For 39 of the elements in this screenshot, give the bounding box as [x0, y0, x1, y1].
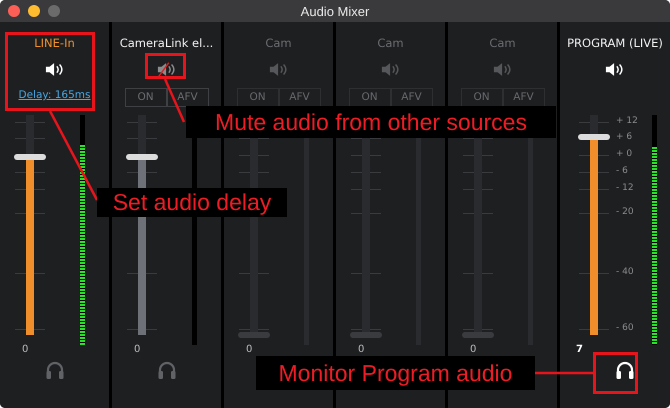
scale-label: + 12: [616, 116, 638, 126]
callout-tooltip: Monitor Program audio: [256, 356, 535, 390]
speaker-icon[interactable]: [44, 62, 64, 77]
scale-label: - 40: [616, 267, 634, 277]
level-reading: 0: [470, 344, 476, 355]
fader-handle[interactable]: [14, 154, 46, 160]
channel-name: Cam: [489, 36, 516, 52]
callout-tooltip: Set audio delay: [97, 188, 287, 217]
scale-label: + 0: [616, 149, 632, 159]
level-reading: 7: [576, 344, 583, 355]
scale-label: - 60: [616, 323, 634, 333]
channel-name: PROGRAM (LIVE): [567, 36, 663, 52]
toggle-button[interactable]: ON: [124, 88, 166, 106]
level-reading: 0: [358, 344, 364, 355]
highlight-box: [145, 53, 186, 79]
scale-label: - 12: [616, 183, 634, 193]
toggle-button[interactable]: AFV: [166, 88, 208, 106]
channel-name: LINE-In: [34, 36, 75, 52]
level-reading: 0: [246, 344, 252, 355]
close-button[interactable]: [8, 5, 20, 17]
maximize-button[interactable]: [48, 5, 60, 17]
headphones-icon[interactable]: [615, 360, 635, 380]
level-reading: 0: [22, 344, 28, 355]
channel-name: Cam: [265, 36, 292, 52]
level-reading: 0: [134, 344, 140, 355]
minimize-button[interactable]: [28, 5, 40, 17]
channel-name: CameraLink el...: [120, 36, 214, 52]
scale-label: - 20: [616, 207, 634, 217]
leader-line: [535, 372, 593, 374]
window-title: Audio Mixer: [300, 4, 370, 18]
delay-link[interactable]: Delay: 165ms: [18, 89, 90, 101]
fader-handle[interactable]: [578, 134, 610, 140]
speaker-icon[interactable]: [605, 62, 625, 77]
scale-label: + 6: [616, 132, 632, 142]
fader-handle[interactable]: [126, 154, 158, 160]
highlight-box: [593, 352, 638, 394]
callout-tooltip: Mute audio from other sources: [186, 106, 556, 138]
scale-label: - 6: [616, 166, 628, 176]
channel-name: Cam: [377, 36, 404, 52]
